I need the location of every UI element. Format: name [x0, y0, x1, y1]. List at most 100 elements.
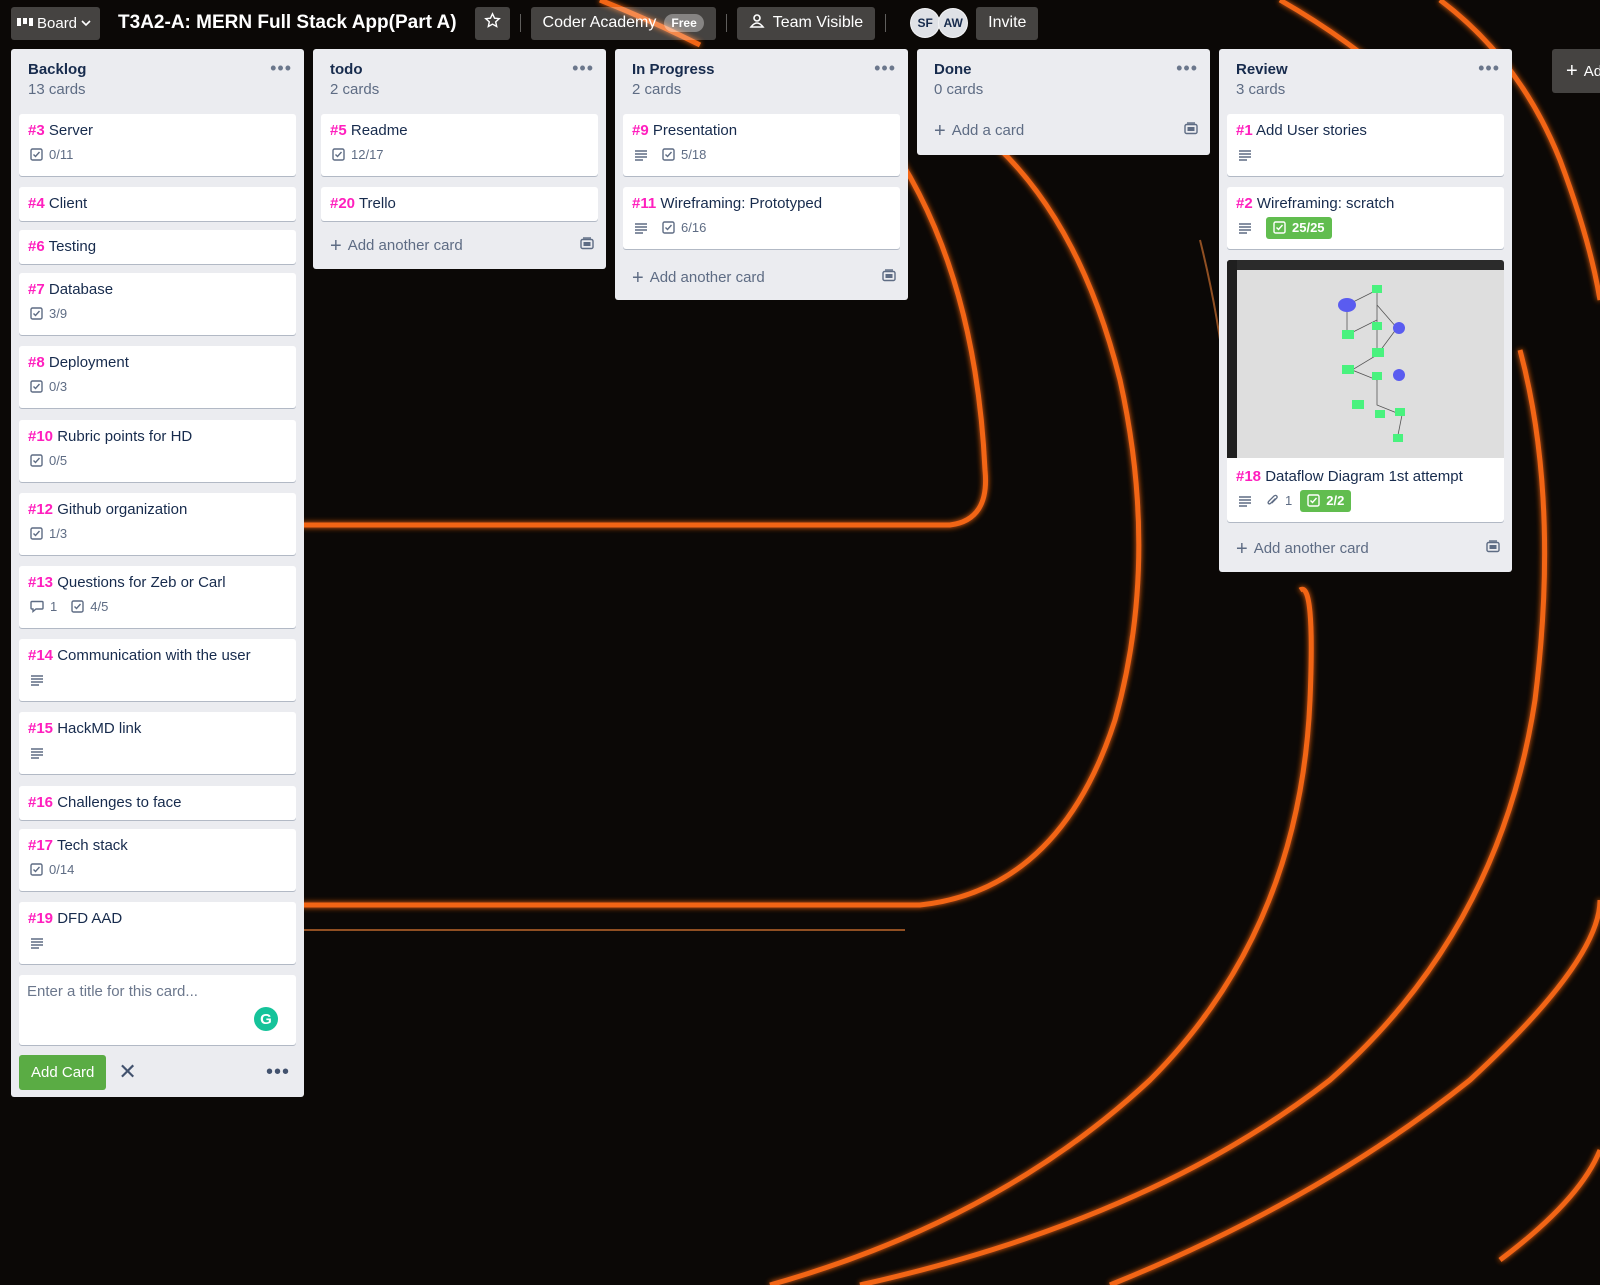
- card[interactable]: #1 Add User stories: [1227, 114, 1504, 176]
- card[interactable]: #11 Wireframing: Prototyped 6/16: [623, 187, 900, 249]
- add-list-label: Ad: [1583, 62, 1600, 80]
- card-title: #15 HackMD link: [19, 712, 296, 738]
- card-badges: [19, 665, 296, 687]
- header-divider: [725, 14, 727, 32]
- add-card-label: Add another card: [1253, 540, 1369, 557]
- list-header[interactable]: Backlog 13 cards •••: [11, 49, 304, 111]
- list-title[interactable]: Backlog: [28, 61, 304, 79]
- list-header[interactable]: Done 0 cards •••: [917, 49, 1210, 111]
- card[interactable]: #15 HackMD link: [19, 712, 296, 774]
- card-title-text: DFD AAD: [57, 910, 123, 927]
- checklist-icon: [662, 221, 675, 234]
- close-icon[interactable]: ✕: [118, 1059, 136, 1085]
- list-title[interactable]: In Progress: [632, 61, 908, 79]
- list-menu-icon[interactable]: •••: [1478, 58, 1500, 79]
- card-title: #3 Server: [19, 114, 296, 140]
- card[interactable]: #14 Communication with the user: [19, 639, 296, 701]
- card[interactable]: #5 Readme 12/17: [321, 114, 598, 176]
- list-menu-icon[interactable]: •••: [572, 58, 594, 79]
- list-header[interactable]: Review 3 cards •••: [1219, 49, 1512, 111]
- visibility-button[interactable]: Team Visible: [736, 6, 876, 40]
- card-badges: 0/11: [19, 140, 296, 162]
- list-title[interactable]: Done: [934, 61, 1210, 79]
- add-card-button[interactable]: Add Card: [19, 1054, 107, 1090]
- list-menu-icon[interactable]: •••: [874, 58, 896, 79]
- card-title-text: Client: [48, 195, 88, 212]
- invite-button[interactable]: Invite: [976, 6, 1039, 40]
- list-menu-icon[interactable]: •••: [270, 58, 292, 79]
- card-template-icon[interactable]: [1486, 540, 1500, 557]
- card[interactable]: #3 Server 0/11: [19, 114, 296, 176]
- card-title-text: Wireframing: scratch: [1256, 195, 1395, 212]
- avatar[interactable]: SF: [910, 8, 941, 38]
- plan-badge: Free: [664, 14, 704, 32]
- card-number: #19: [28, 910, 54, 927]
- card-badges: 6/16: [623, 213, 900, 235]
- card[interactable]: #4 Client: [19, 187, 296, 221]
- card-number: #9: [632, 122, 649, 139]
- card-template-icon[interactable]: [580, 237, 594, 254]
- header-divider: [519, 14, 521, 32]
- board-switcher-button[interactable]: Board: [11, 6, 101, 40]
- description-icon: [30, 674, 44, 686]
- list-done: Done 0 cards ••• + Add a card: [917, 49, 1210, 155]
- card[interactable]: #16 Challenges to face: [19, 786, 296, 820]
- checklist-icon: [30, 527, 43, 540]
- chevron-down-icon: [81, 14, 91, 32]
- card[interactable]: #2 Wireframing: scratch 25/25: [1227, 187, 1504, 249]
- card[interactable]: #7 Database 3/9: [19, 273, 296, 335]
- checklist-icon: [332, 148, 345, 161]
- list-header[interactable]: todo 2 cards •••: [313, 49, 606, 111]
- card-cover-image: [1227, 260, 1504, 458]
- card-template-icon[interactable]: [882, 269, 896, 286]
- card-title-input[interactable]: [27, 983, 267, 1023]
- list-header[interactable]: In Progress 2 cards •••: [615, 49, 908, 111]
- checklist-count: 6/16: [681, 220, 707, 235]
- card-template-icon[interactable]: [1184, 122, 1198, 139]
- card[interactable]: #18 Dataflow Diagram 1st attempt 1 2/2: [1227, 260, 1504, 522]
- plus-icon: +: [934, 119, 946, 142]
- star-board-button[interactable]: [474, 6, 510, 40]
- card-badges: 25/25: [1227, 213, 1504, 239]
- card[interactable]: #10 Rubric points for HD 0/5: [19, 420, 296, 482]
- card[interactable]: #12 Github organization 1/3: [19, 493, 296, 555]
- checklist-badge: 1/3: [30, 526, 67, 541]
- card-title: #16 Challenges to face: [19, 786, 296, 812]
- avatar[interactable]: AW: [938, 8, 969, 38]
- list-menu-icon[interactable]: •••: [1176, 58, 1198, 79]
- add-another-card-button[interactable]: + Add another card: [1236, 539, 1500, 559]
- add-card-button[interactable]: + Add a card: [934, 119, 1198, 142]
- checklist-badge: 0/11: [30, 147, 73, 162]
- board-title[interactable]: T3A2-A: MERN Full Stack App(Part A): [108, 12, 467, 34]
- add-list-button[interactable]: + Ad: [1552, 49, 1600, 93]
- card-title: #12 Github organization: [19, 493, 296, 519]
- card-title-text: Dataflow Diagram 1st attempt: [1265, 468, 1463, 485]
- checklist-count: 0/3: [49, 379, 68, 394]
- list-title[interactable]: Review: [1236, 61, 1512, 79]
- checklist-complete-badge: 25/25: [1266, 216, 1332, 239]
- card[interactable]: #19 DFD AAD: [19, 902, 296, 964]
- list-todo: todo 2 cards ••• #5 Readme 12/17 #20 Tre…: [313, 49, 606, 269]
- checklist-count: 1/3: [49, 526, 68, 541]
- card[interactable]: #20 Trello: [321, 187, 598, 221]
- checklist-icon: [30, 380, 43, 393]
- card[interactable]: #13 Questions for Zeb or Carl 1 4/5: [19, 566, 296, 628]
- add-another-card-button[interactable]: + Add another card: [330, 236, 594, 256]
- checklist-icon: [30, 307, 43, 320]
- list-card-count: 2 cards: [632, 81, 682, 98]
- more-options-icon[interactable]: •••: [266, 1061, 290, 1084]
- team-button[interactable]: Coder Academy Free: [530, 6, 716, 40]
- card[interactable]: #9 Presentation 5/18: [623, 114, 900, 176]
- checklist-count: 2/2: [1326, 493, 1345, 508]
- grammarly-icon[interactable]: G: [254, 1007, 278, 1031]
- card-title-text: Testing: [48, 238, 97, 255]
- board-switcher-label: Board: [37, 14, 78, 32]
- add-another-card-button[interactable]: + Add another card: [632, 268, 896, 288]
- card[interactable]: #17 Tech stack 0/14: [19, 829, 296, 891]
- card-number: #14: [28, 647, 54, 664]
- card[interactable]: #8 Deployment 0/3: [19, 346, 296, 408]
- card[interactable]: #6 Testing: [19, 230, 296, 264]
- card-title: #20 Trello: [321, 187, 598, 213]
- list-title[interactable]: todo: [330, 61, 606, 79]
- card-title-text: Server: [48, 122, 94, 139]
